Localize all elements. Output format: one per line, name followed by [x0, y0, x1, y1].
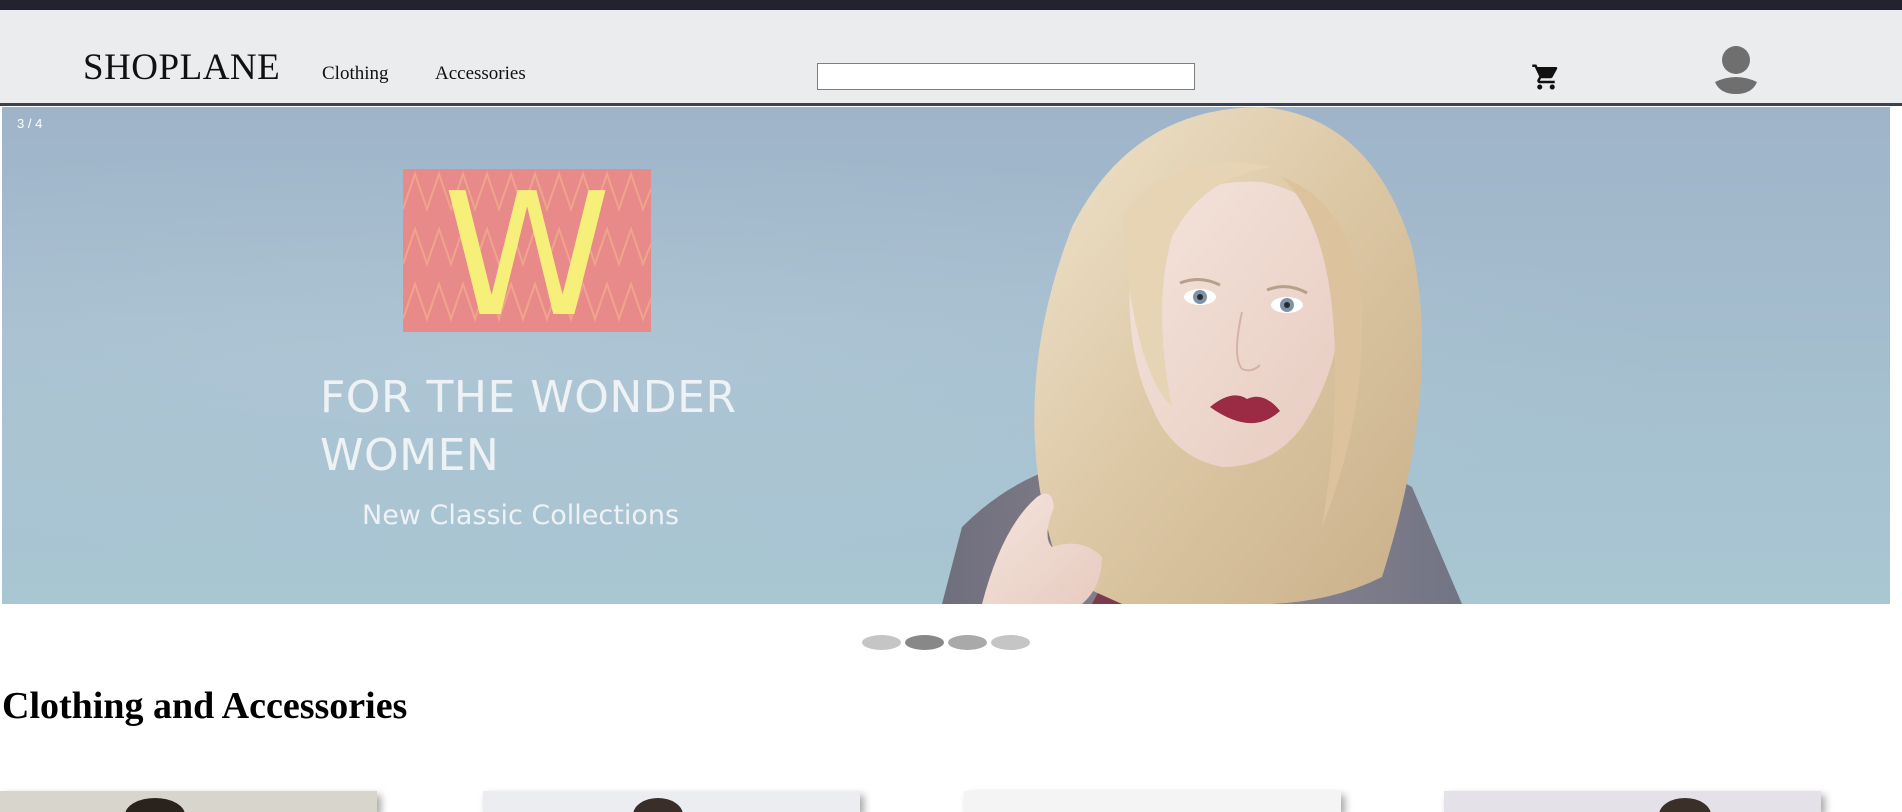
site-header: SHOPLANE Clothing Accessories [0, 10, 1902, 106]
hero-subheadline: New Classic Collections [362, 500, 680, 531]
hero-headline-line2: WOMEN [320, 430, 500, 481]
hero-carousel[interactable]: 3 / 4 W FOR THE WONDER WOMEN New Classic… [2, 107, 1890, 604]
product-image [1659, 798, 1711, 812]
nav-link-accessories[interactable]: Accessories [435, 63, 526, 85]
product-card[interactable] [0, 791, 377, 812]
w-logo-badge: W [403, 169, 651, 332]
hero-headline: FOR THE WONDER WOMEN [320, 369, 880, 485]
carousel-dot-2[interactable] [905, 635, 944, 650]
badge-letter: W [443, 169, 611, 332]
carousel-dot-4[interactable] [991, 635, 1030, 650]
section-title: Clothing and Accessories [2, 685, 408, 727]
top-strip [0, 0, 1902, 10]
slide-counter: 3 / 4 [17, 116, 43, 131]
product-card[interactable] [1444, 791, 1821, 812]
hero-headline-line1: FOR THE WONDER [320, 372, 737, 423]
shopping-cart-icon[interactable] [1531, 62, 1561, 92]
product-card[interactable] [483, 791, 860, 812]
search-input[interactable] [817, 63, 1195, 90]
user-avatar-icon[interactable] [1712, 44, 1760, 94]
carousel-dot-3[interactable] [948, 635, 987, 650]
model-photo [942, 107, 1462, 604]
product-image [633, 798, 683, 812]
site-logo[interactable]: SHOPLANE [83, 46, 280, 89]
product-image [125, 798, 185, 812]
nav-link-clothing[interactable]: Clothing [322, 63, 389, 85]
product-card[interactable] [964, 791, 1341, 812]
carousel-dot-1[interactable] [862, 635, 901, 650]
